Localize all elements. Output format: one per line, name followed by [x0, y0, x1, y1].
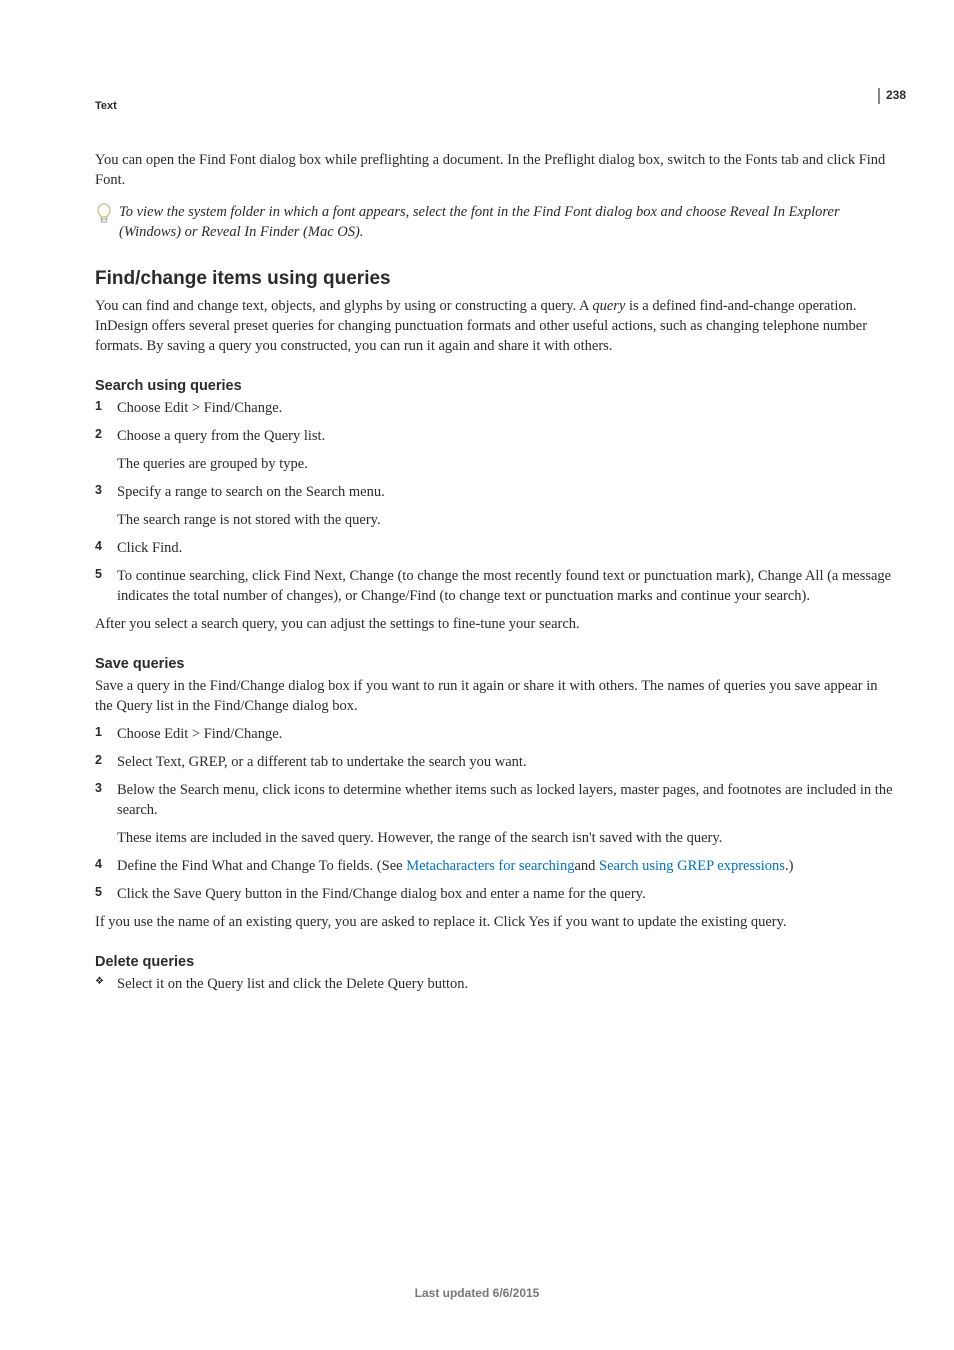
step-text: and [574, 858, 599, 874]
lightbulb-icon [95, 203, 113, 230]
section-label: Text [95, 100, 894, 112]
step-item: Click Find. [95, 538, 894, 558]
text-part: You can find and change text, objects, a… [95, 298, 592, 314]
step-text: Click the Save Query button in the Find/… [117, 886, 646, 902]
step-text: Define the Find What and Change To field… [117, 858, 406, 874]
save-after: If you use the name of an existing query… [95, 912, 894, 932]
step-text: Click Find. [117, 540, 182, 556]
heading-delete-queries: Delete queries [95, 954, 894, 970]
search-after: After you select a search query, you can… [95, 614, 894, 634]
step-text: Select Text, GREP, or a different tab to… [117, 754, 527, 770]
step-item: Click the Save Query button in the Find/… [95, 884, 894, 904]
step-item: To continue searching, click Find Next, … [95, 566, 894, 606]
step-text: To continue searching, click Find Next, … [117, 568, 891, 604]
heading-find-change: Find/change items using queries [95, 268, 894, 290]
step-text: .) [785, 858, 793, 874]
term-query: query [592, 298, 625, 314]
tip-block: To view the system folder in which a fon… [95, 202, 894, 242]
page-number: 238 [878, 86, 906, 104]
step-subtext: These items are included in the saved qu… [117, 828, 894, 848]
delete-list: Select it on the Query list and click th… [95, 974, 894, 994]
step-item: Define the Find What and Change To field… [95, 856, 894, 876]
step-subtext: The search range is not stored with the … [117, 510, 894, 530]
list-text: Select it on the Query list and click th… [117, 976, 468, 992]
page-number-value: 238 [878, 88, 906, 104]
save-steps: Choose Edit > Find/Change. Select Text, … [95, 724, 894, 904]
step-subtext: The queries are grouped by type. [117, 454, 894, 474]
save-intro: Save a query in the Find/Change dialog b… [95, 676, 894, 716]
step-item: Choose a query from the Query list. The … [95, 426, 894, 474]
link-metacharacters[interactable]: Metacharacters for searching [406, 858, 574, 874]
footer-updated: Last updated 6/6/2015 [0, 1286, 954, 1300]
tip-text: To view the system folder in which a fon… [119, 202, 894, 242]
search-steps: Choose Edit > Find/Change. Choose a quer… [95, 398, 894, 606]
heading-search-queries: Search using queries [95, 378, 894, 394]
step-item: Below the Search menu, click icons to de… [95, 780, 894, 848]
step-item: Choose Edit > Find/Change. [95, 724, 894, 744]
step-item: Select Text, GREP, or a different tab to… [95, 752, 894, 772]
step-text: Choose Edit > Find/Change. [117, 400, 282, 416]
step-text: Choose a query from the Query list. [117, 428, 325, 444]
list-item: Select it on the Query list and click th… [95, 974, 894, 994]
find-change-intro: You can find and change text, objects, a… [95, 296, 894, 356]
link-grep-expressions[interactable]: Search using GREP expressions [599, 858, 785, 874]
step-item: Specify a range to search on the Search … [95, 482, 894, 530]
step-item: Choose Edit > Find/Change. [95, 398, 894, 418]
step-text: Choose Edit > Find/Change. [117, 726, 282, 742]
step-text: Specify a range to search on the Search … [117, 484, 385, 500]
step-text: Below the Search menu, click icons to de… [117, 782, 893, 818]
intro-paragraph: You can open the Find Font dialog box wh… [95, 150, 894, 190]
heading-save-queries: Save queries [95, 656, 894, 672]
